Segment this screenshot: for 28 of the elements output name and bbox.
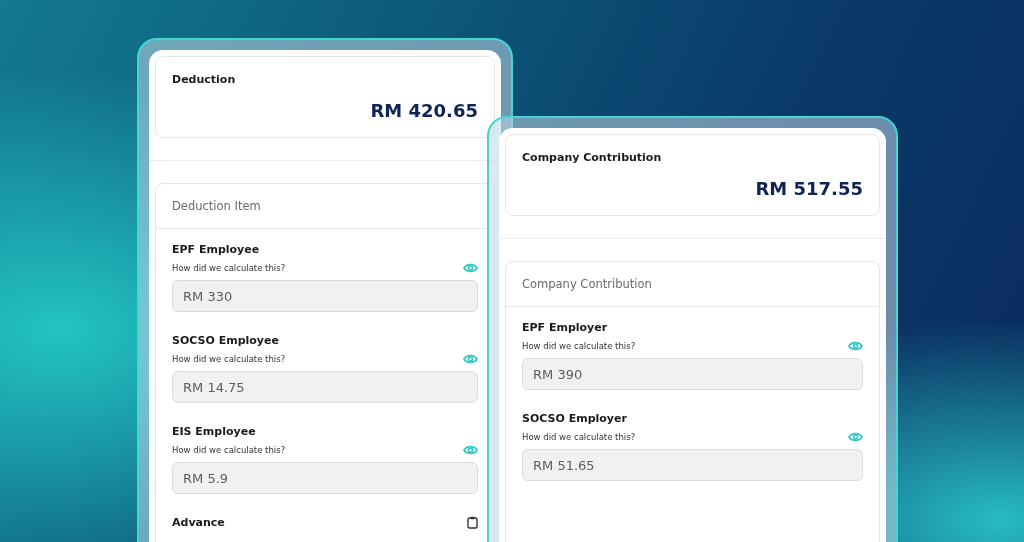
summary-title: Company Contribution bbox=[522, 151, 663, 164]
summary-amount: RM 517.55 bbox=[755, 178, 863, 199]
amount-field[interactable]: RM 390 bbox=[522, 358, 863, 390]
amount-field[interactable]: RM 14.75 bbox=[172, 371, 478, 403]
item-label: EPF Employer bbox=[522, 321, 609, 334]
section-title: Deduction Item bbox=[156, 184, 494, 229]
amount-field[interactable]: RM 51.65 bbox=[522, 449, 863, 481]
calculation-hint: How did we calculate this? bbox=[172, 354, 286, 364]
calculation-hint: How did we calculate this? bbox=[172, 445, 286, 455]
amount-field[interactable]: RM 330 bbox=[172, 280, 478, 312]
eye-icon[interactable] bbox=[463, 444, 478, 456]
eye-icon[interactable] bbox=[848, 431, 863, 443]
eye-icon[interactable] bbox=[848, 340, 863, 352]
item-label: EIS Employee bbox=[172, 425, 257, 438]
summary-title: Deduction bbox=[172, 73, 237, 86]
item-label: Advance bbox=[172, 516, 225, 529]
item-label: SOCSO Employer bbox=[522, 412, 628, 425]
summary-amount: RM 420.65 bbox=[370, 100, 478, 121]
clipboard-icon[interactable] bbox=[467, 516, 478, 529]
item-label: SOCSO Employee bbox=[172, 334, 280, 347]
calculation-hint: How did we calculate this? bbox=[172, 263, 286, 273]
calculation-hint: How did we calculate this? bbox=[522, 341, 636, 351]
section-title: Company Contribution bbox=[506, 262, 879, 307]
calculation-hint: How did we calculate this? bbox=[522, 432, 636, 442]
eye-icon[interactable] bbox=[463, 262, 478, 274]
item-label: EPF Employee bbox=[172, 243, 261, 256]
amount-field[interactable]: RM 5.9 bbox=[172, 462, 478, 494]
eye-icon[interactable] bbox=[463, 353, 478, 365]
